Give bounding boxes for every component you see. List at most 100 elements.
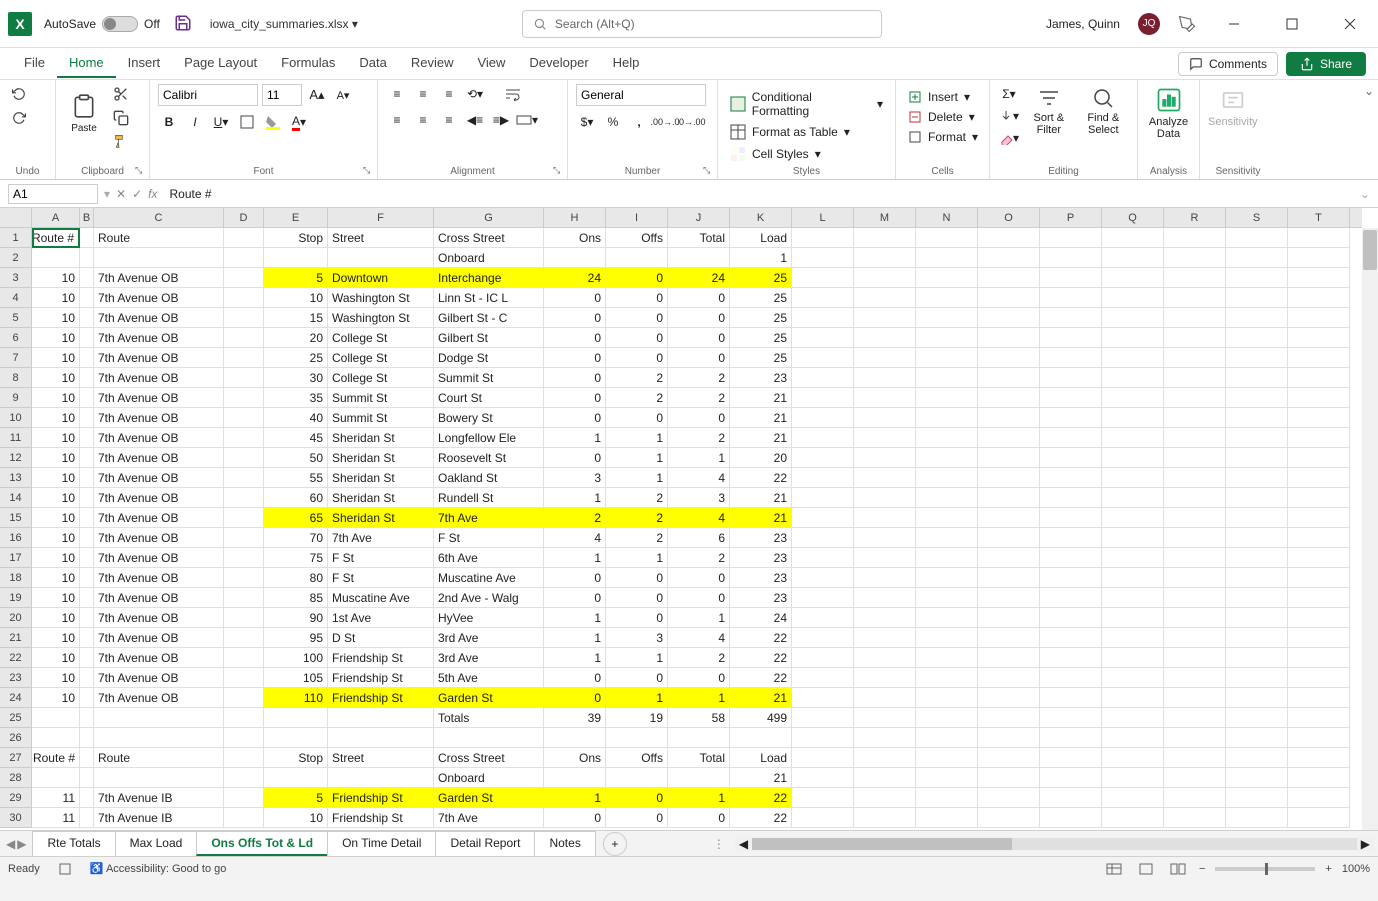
cell[interactable] xyxy=(1164,708,1226,728)
cell[interactable] xyxy=(854,588,916,608)
cell[interactable]: Street xyxy=(328,748,434,768)
cell[interactable] xyxy=(916,648,978,668)
cell[interactable]: 7th Avenue OB xyxy=(94,528,224,548)
row-header[interactable]: 30 xyxy=(0,808,31,828)
cell[interactable]: 0 xyxy=(544,568,606,588)
cell[interactable]: 0 xyxy=(544,448,606,468)
cell[interactable]: 3 xyxy=(668,488,730,508)
format-cells-button[interactable]: Format ▾ xyxy=(904,128,982,146)
cell[interactable]: 0 xyxy=(606,288,668,308)
cell[interactable]: 1 xyxy=(730,248,792,268)
cell[interactable]: 3rd Ave xyxy=(434,648,544,668)
cell[interactable]: Total xyxy=(668,228,730,248)
column-headers[interactable]: ABCDEFGHIJKLMNOPQRST xyxy=(32,208,1362,228)
column-header-L[interactable]: L xyxy=(792,208,854,228)
column-header-F[interactable]: F xyxy=(328,208,434,228)
cell[interactable]: 2 xyxy=(606,528,668,548)
orientation-button[interactable]: ⟲▾ xyxy=(464,84,486,104)
cell[interactable] xyxy=(1102,228,1164,248)
cell[interactable] xyxy=(1040,788,1102,808)
row-header[interactable]: 24 xyxy=(0,688,31,708)
sheet-nav-prev[interactable]: ◀ xyxy=(6,837,15,851)
cell[interactable] xyxy=(80,608,94,628)
cell[interactable]: 30 xyxy=(264,368,328,388)
cell[interactable] xyxy=(224,648,264,668)
cell[interactable] xyxy=(792,228,854,248)
sheet-nav-next[interactable]: ▶ xyxy=(17,837,26,851)
cell[interactable] xyxy=(224,608,264,628)
cell[interactable] xyxy=(606,248,668,268)
cell[interactable] xyxy=(224,408,264,428)
cell[interactable]: 5 xyxy=(264,268,328,288)
cell[interactable]: Gilbert St xyxy=(434,328,544,348)
cell[interactable] xyxy=(1040,588,1102,608)
cell[interactable] xyxy=(328,248,434,268)
cell[interactable]: 2 xyxy=(668,428,730,448)
cell[interactable] xyxy=(328,708,434,728)
cell[interactable]: Oakland St xyxy=(434,468,544,488)
cell[interactable] xyxy=(854,308,916,328)
row-header[interactable]: 14 xyxy=(0,488,31,508)
cell[interactable] xyxy=(792,528,854,548)
column-header-J[interactable]: J xyxy=(668,208,730,228)
formula-input[interactable]: Route # xyxy=(164,187,1354,201)
cell[interactable] xyxy=(1164,568,1226,588)
cell[interactable] xyxy=(1288,408,1350,428)
cell[interactable]: 7th Avenue OB xyxy=(94,308,224,328)
cell[interactable]: 70 xyxy=(264,528,328,548)
cell[interactable] xyxy=(916,608,978,628)
cell[interactable]: Muscatine Ave xyxy=(434,568,544,588)
cell[interactable] xyxy=(224,528,264,548)
cell[interactable] xyxy=(854,348,916,368)
cell[interactable]: D St xyxy=(328,628,434,648)
cell[interactable] xyxy=(80,748,94,768)
cell[interactable]: 1 xyxy=(544,648,606,668)
cell[interactable] xyxy=(94,768,224,788)
cell[interactable]: 25 xyxy=(730,268,792,288)
cell[interactable]: 10 xyxy=(32,468,80,488)
row-header[interactable]: 10 xyxy=(0,408,31,428)
cell[interactable] xyxy=(1288,308,1350,328)
cell[interactable]: 3 xyxy=(544,468,606,488)
horizontal-scrollbar[interactable]: ◀ ▶ xyxy=(735,837,1374,851)
cell[interactable] xyxy=(1226,228,1288,248)
cell[interactable]: 22 xyxy=(730,668,792,688)
cell[interactable]: 23 xyxy=(730,588,792,608)
cells-area[interactable]: Route #RouteStopStreetCross StreetOnsOff… xyxy=(32,228,1362,830)
cell[interactable] xyxy=(792,668,854,688)
row-header[interactable]: 9 xyxy=(0,388,31,408)
cell[interactable] xyxy=(224,368,264,388)
cell[interactable] xyxy=(916,768,978,788)
cell[interactable] xyxy=(978,368,1040,388)
cell[interactable]: Route xyxy=(94,748,224,768)
cell[interactable] xyxy=(916,448,978,468)
cell[interactable]: 0 xyxy=(606,808,668,828)
align-right-button[interactable]: ≡ xyxy=(438,110,460,130)
bold-button[interactable]: B xyxy=(158,112,180,132)
percent-button[interactable]: % xyxy=(602,112,624,132)
cell[interactable] xyxy=(792,448,854,468)
cell[interactable] xyxy=(792,368,854,388)
cell[interactable]: 80 xyxy=(264,568,328,588)
cell[interactable] xyxy=(792,328,854,348)
cell[interactable] xyxy=(1288,388,1350,408)
conditional-formatting-button[interactable]: Conditional Formatting ▾ xyxy=(726,88,887,120)
cell[interactable] xyxy=(1102,288,1164,308)
cell[interactable]: Route # xyxy=(32,748,80,768)
share-button[interactable]: Share xyxy=(1286,52,1366,76)
cell[interactable]: 21 xyxy=(730,428,792,448)
cell[interactable] xyxy=(1226,648,1288,668)
cell[interactable]: 0 xyxy=(606,788,668,808)
cell[interactable] xyxy=(264,708,328,728)
cell[interactable] xyxy=(1226,568,1288,588)
cell[interactable]: 10 xyxy=(32,588,80,608)
cell[interactable] xyxy=(978,528,1040,548)
cell[interactable] xyxy=(916,328,978,348)
cell[interactable]: 10 xyxy=(32,288,80,308)
cell[interactable] xyxy=(1226,808,1288,828)
cell[interactable] xyxy=(1164,768,1226,788)
cell[interactable]: 1 xyxy=(544,548,606,568)
row-header[interactable]: 7 xyxy=(0,348,31,368)
page-layout-view-button[interactable] xyxy=(1135,860,1157,878)
cell[interactable] xyxy=(224,348,264,368)
